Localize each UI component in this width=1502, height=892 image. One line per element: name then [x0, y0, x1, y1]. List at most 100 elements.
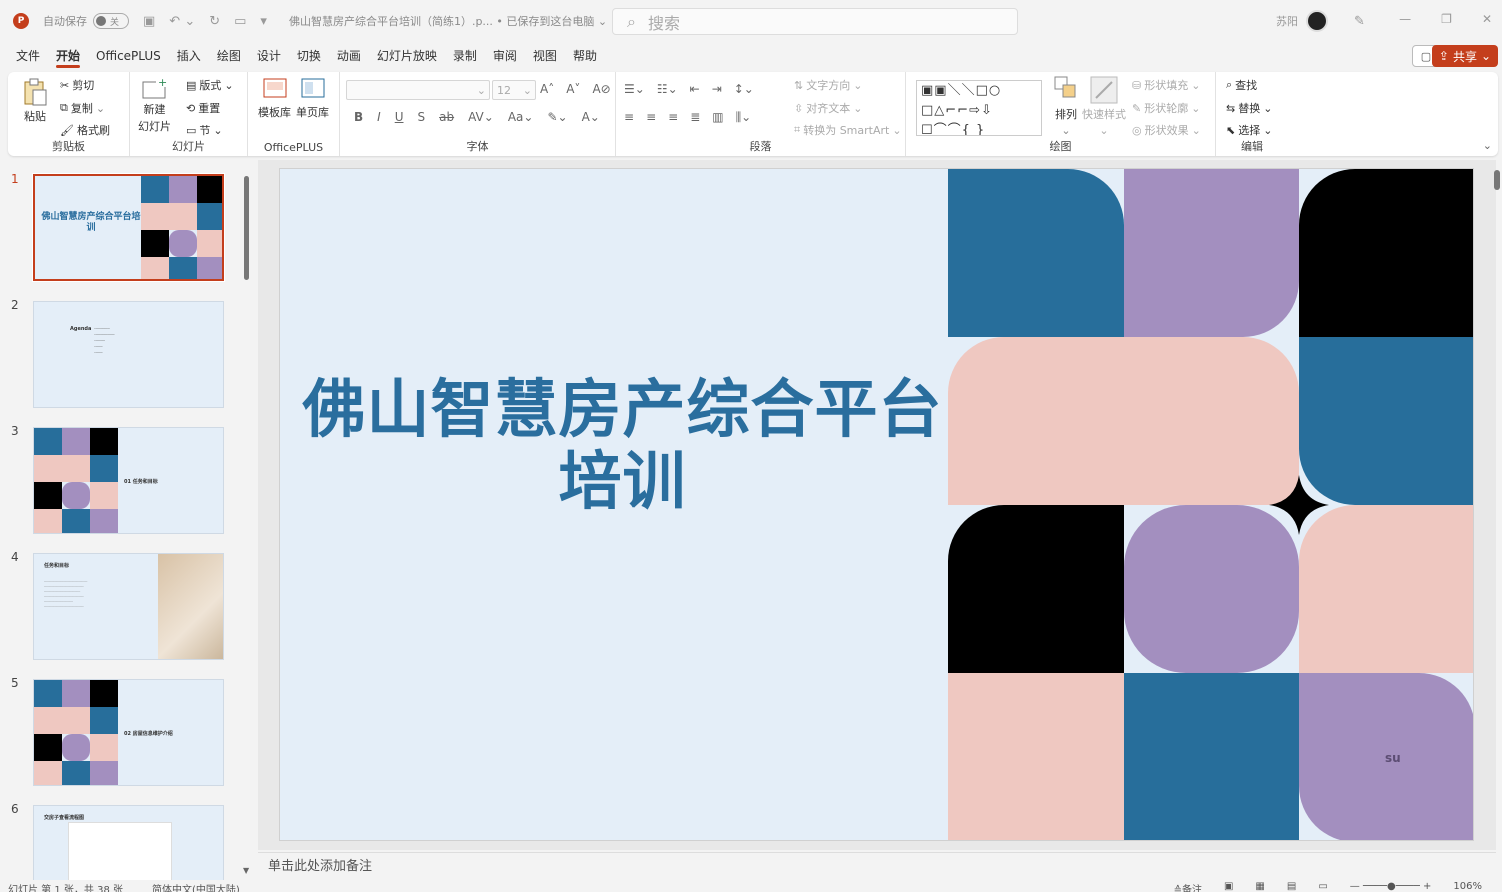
document-title[interactable]: 佛山智慧房产综合平台培训（简练1）.p... • 已保存到这台电脑 ⌄	[289, 13, 607, 29]
customize-quick-access-icon[interactable]: ▾	[260, 14, 267, 29]
slide-sorter-icon[interactable]: ▦	[1255, 881, 1264, 892]
tab-view[interactable]: 视图	[525, 42, 565, 70]
scroll-down-icon[interactable]: ▼	[243, 866, 249, 875]
paste-button[interactable]: 粘贴	[22, 78, 48, 124]
save-icon[interactable]: ▣	[143, 14, 155, 29]
scrollbar-thumb[interactable]	[244, 176, 249, 280]
font-size-field[interactable]: 12 ⌄	[492, 80, 536, 100]
justify-icon[interactable]: ≣	[690, 110, 700, 125]
normal-view-icon[interactable]: ▣	[1224, 881, 1233, 892]
quick-styles-button[interactable]: 快速样式 ⌄	[1082, 76, 1126, 137]
avatar[interactable]	[1306, 10, 1328, 32]
align-text-button[interactable]: ⇳ 对齐文本 ⌄	[794, 100, 862, 116]
bullets-icon[interactable]: ☰⌄	[624, 82, 645, 96]
zoom-slider[interactable]: — ────●──── +	[1350, 881, 1432, 892]
tab-review[interactable]: 审阅	[485, 42, 525, 70]
undo-icon[interactable]: ↶ ⌄	[169, 14, 195, 29]
share-button[interactable]: ⇪ 共享 ⌄	[1432, 45, 1498, 67]
text-direction-button[interactable]: ⇅ 文字方向 ⌄	[794, 77, 862, 93]
font-family-field[interactable]: ⌄	[346, 80, 490, 100]
font-color-icon[interactable]: A⌄	[582, 110, 600, 124]
shapes-gallery[interactable]: ▣▣＼＼□○ □△⌐⌐⇨⇩ ☐⌒⌒{ }	[916, 80, 1042, 136]
highlight-icon[interactable]: ✎⌄	[547, 110, 567, 124]
underline-icon[interactable]: U	[395, 110, 404, 124]
bold-icon[interactable]: B	[354, 110, 363, 124]
notes-pane[interactable]: 单击此处添加备注	[258, 852, 1496, 880]
copy-button[interactable]: ⧉ 复制 ⌄	[60, 100, 105, 116]
new-slide-button[interactable]: + 新建 幻灯片	[138, 76, 171, 134]
increase-indent-icon[interactable]: ⇥	[712, 82, 722, 96]
tab-record[interactable]: 录制	[445, 42, 485, 70]
find-button[interactable]: ⌕ 查找	[1226, 77, 1257, 93]
smartart-button[interactable]: ⌗ 转换为 SmartArt ⌄	[794, 122, 902, 138]
change-case-icon[interactable]: Aa⌄	[508, 110, 534, 124]
thumbnail-scrollbar[interactable]: ▼	[243, 170, 250, 878]
redo-icon[interactable]: ↻	[209, 14, 220, 29]
reading-view-icon[interactable]: ▤	[1287, 881, 1296, 892]
slide-thumbnail-4[interactable]: 任务和目标 ──────────────────────── ──────────…	[33, 553, 224, 660]
strikethrough-icon[interactable]: ab	[439, 110, 454, 124]
tab-officeplus[interactable]: OfficePLUS	[88, 42, 169, 70]
decrease-indent-icon[interactable]: ⇤	[690, 82, 700, 96]
single-page-button[interactable]: 单页库	[296, 78, 329, 120]
restore-icon[interactable]: ❐	[1441, 12, 1452, 26]
slide-thumbnail-5[interactable]: 02 房屋信息维护介绍	[33, 679, 224, 786]
tab-animations[interactable]: 动画	[329, 42, 369, 70]
notes-toggle[interactable]: ≙备注	[1174, 881, 1202, 892]
slides-group: + 新建 幻灯片 ▤ 版式 ⌄ ⟲ 重置 ▭ 节 ⌄ 幻灯片	[130, 72, 248, 156]
align-center-icon[interactable]: ≡	[646, 110, 656, 125]
pen-icon[interactable]: ✎	[1354, 14, 1365, 29]
template-library-button[interactable]: 模板库	[258, 78, 291, 120]
slide-title[interactable]: 佛山智慧房产综合平台 培训	[300, 374, 945, 518]
columns-icon[interactable]: ⫼⌄	[736, 110, 752, 125]
slide-scrollbar-thumb[interactable]	[1494, 170, 1500, 190]
italic-icon[interactable]: I	[377, 110, 381, 124]
slide-thumbnail-6[interactable]: 交房子查看流程图	[33, 805, 224, 880]
search-input[interactable]: ⌕ 搜索	[612, 8, 1018, 35]
shape-fill-button[interactable]: ⛁ 形状填充 ⌄	[1132, 77, 1200, 93]
tab-file[interactable]: 文件	[8, 42, 48, 70]
tab-design[interactable]: 设计	[249, 42, 289, 70]
reset-button[interactable]: ⟲ 重置	[186, 100, 220, 116]
tab-insert[interactable]: 插入	[169, 42, 209, 70]
tab-draw[interactable]: 绘图	[209, 42, 249, 70]
slide-thumbnail-1[interactable]: 佛山智慧房产综合平台培训	[32, 173, 225, 282]
shrink-font-icon[interactable]: A˅	[566, 82, 580, 96]
clear-format-icon[interactable]: A⊘	[592, 82, 610, 96]
autosave-toggle[interactable]: 关	[93, 13, 129, 29]
current-slide[interactable]: 佛山智慧房产综合平台 培训 su	[279, 168, 1474, 841]
close-icon[interactable]: ✕	[1482, 12, 1492, 26]
tab-home[interactable]: 开始	[48, 42, 88, 70]
arrange-button[interactable]: 排列 ⌄	[1054, 76, 1078, 137]
char-spacing-icon[interactable]: AV⌄	[468, 110, 494, 124]
format-painter-button[interactable]: 🖌 格式刷	[60, 122, 110, 138]
grow-font-icon[interactable]: A˄	[540, 82, 554, 96]
status-right: ≙备注 ▣ ▦ ▤ ▭ — ────●──── + 106%	[1174, 881, 1482, 892]
cut-button[interactable]: ✂ 剪切	[60, 77, 94, 93]
tab-slideshow[interactable]: 幻灯片放映	[369, 42, 445, 70]
language-indicator[interactable]: 简体中文(中国大陆)	[152, 881, 240, 892]
line-spacing-icon[interactable]: ↕⌄	[734, 82, 754, 96]
slide-thumbnail-2[interactable]: Agenda ·────── ·──────── ·──── ·─── ·───	[33, 301, 224, 408]
slide-thumbnail-3[interactable]: 01 任务和目标	[33, 427, 224, 534]
shape-outline-button[interactable]: ✎ 形状轮廓 ⌄	[1132, 100, 1200, 116]
align-right-icon[interactable]: ≡	[668, 110, 678, 125]
select-button[interactable]: ⬉ 选择 ⌄	[1226, 122, 1272, 138]
align-left-icon[interactable]: ≡	[624, 110, 634, 125]
present-icon[interactable]: ▭	[234, 14, 246, 29]
shape-effects-button[interactable]: ◎ 形状效果 ⌄	[1132, 122, 1201, 138]
zoom-level[interactable]: 106%	[1453, 881, 1482, 892]
tab-transitions[interactable]: 切换	[289, 42, 329, 70]
layout-button[interactable]: ▤ 版式 ⌄	[186, 77, 234, 93]
slideshow-icon[interactable]: ▭	[1318, 881, 1327, 892]
replace-button[interactable]: ⇆ 替换 ⌄	[1226, 100, 1272, 116]
tab-help[interactable]: 帮助	[565, 42, 605, 70]
minimize-icon[interactable]: —	[1399, 12, 1411, 26]
distributed-icon[interactable]: ▥	[712, 110, 723, 125]
section-button[interactable]: ▭ 节 ⌄	[186, 122, 223, 138]
numbering-icon[interactable]: ☷⌄	[657, 82, 678, 96]
thumb-number: 1	[11, 172, 19, 186]
collapse-ribbon-icon[interactable]: ⌄	[1483, 139, 1492, 152]
shadow-icon[interactable]: S	[418, 110, 426, 124]
user-area[interactable]: 苏阳 ✎	[1276, 10, 1365, 32]
